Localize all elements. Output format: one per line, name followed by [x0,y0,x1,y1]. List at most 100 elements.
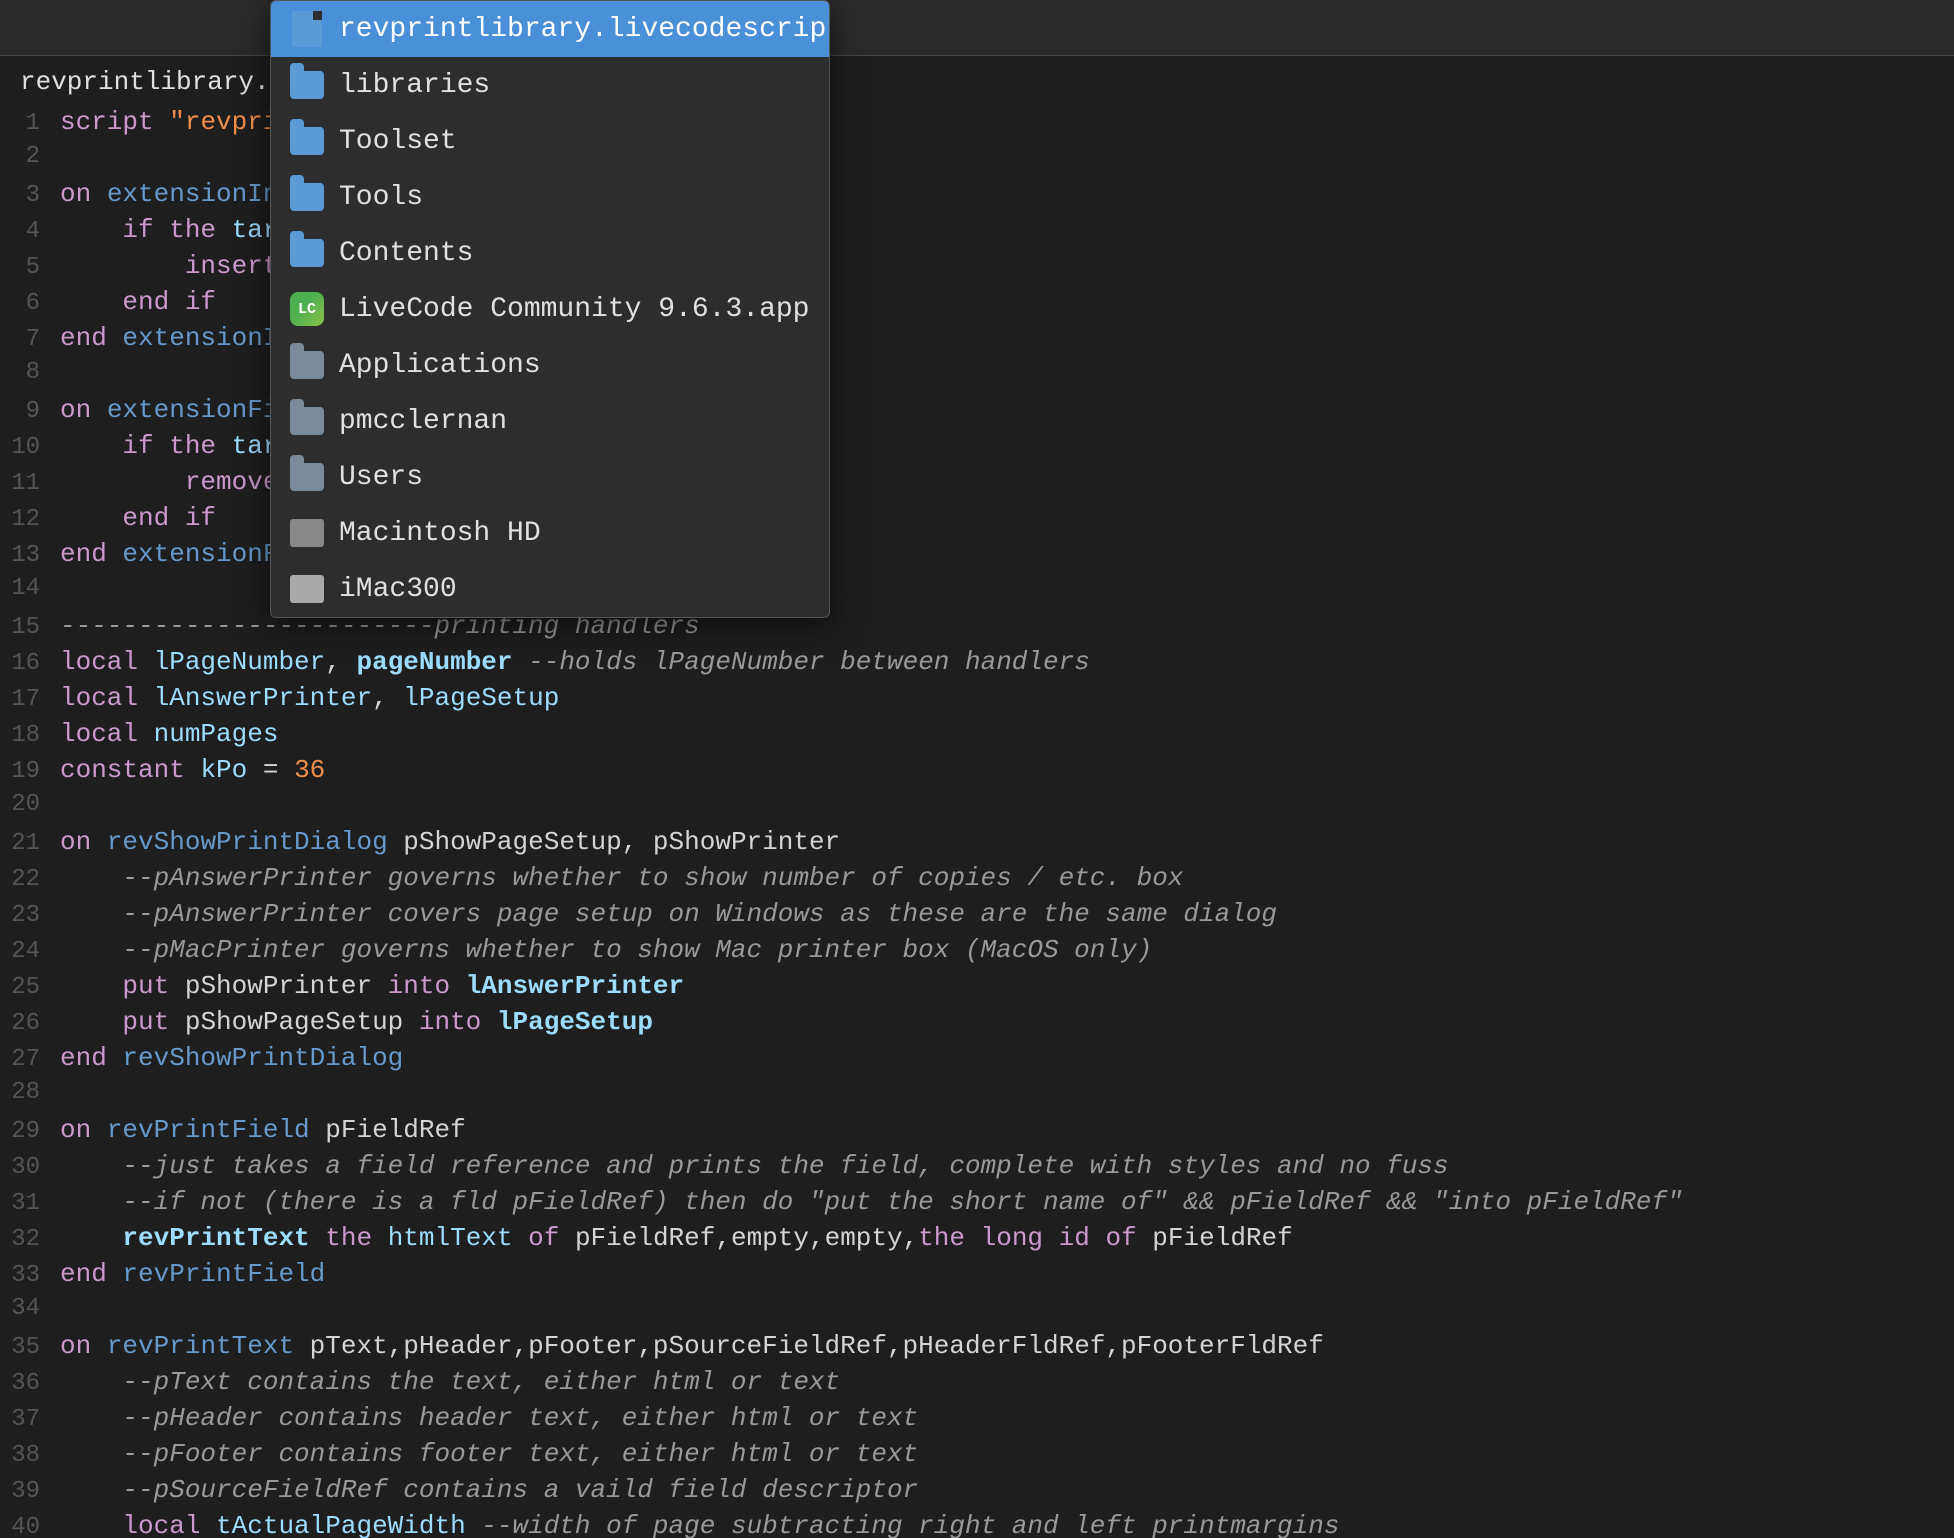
code-line: 21on revShowPrintDialog pShowPageSetup, … [0,826,1954,862]
code-line: 39 --pSourceFieldRef contains a vaild fi… [0,1474,1954,1510]
code-line: 28 [0,1078,1954,1114]
line-number: 16 [0,650,60,677]
code-line: 26 put pShowPageSetup into lPageSetup [0,1006,1954,1042]
line-number: 5 [0,254,60,281]
dropdown-item-label: Applications [339,350,541,381]
dropdown-item-label: revprintlibrary.livecodescript [339,14,830,45]
line-number: 11 [0,470,60,497]
dropdown-item-label: libraries [339,70,490,101]
dropdown-item-contents[interactable]: Contents [271,225,829,281]
code-line: 18local numPages [0,718,1954,754]
lc-icon: LC [289,291,325,327]
folder-blue-icon [289,67,325,103]
line-content: revPrintText the htmlText of pFieldRef,e… [60,1223,1293,1253]
dropdown-item-toolset[interactable]: Toolset [271,113,829,169]
line-number: 33 [0,1262,60,1289]
code-line: 23 --pAnswerPrinter covers page setup on… [0,898,1954,934]
line-number: 19 [0,758,60,785]
hd-icon [289,515,325,551]
folder-gray-icon [289,403,325,439]
folder-gray-icon [289,459,325,495]
dropdown-item-livecode[interactable]: LC LiveCode Community 9.6.3.app [271,281,829,337]
code-line: 35on revPrintText pText,pHeader,pFooter,… [0,1330,1954,1366]
dropdown-item-libraries[interactable]: libraries [271,57,829,113]
line-content: end if [60,287,216,317]
code-line: 29on revPrintField pFieldRef [0,1114,1954,1150]
code-line: 34 [0,1294,1954,1330]
line-content: --pFooter contains footer text, either h… [60,1439,918,1469]
line-number: 3 [0,182,60,209]
line-content: put pShowPrinter into lAnswerPrinter [60,971,684,1001]
line-content: local lPageNumber, pageNumber --holds lP… [60,647,1090,677]
line-number: 6 [0,290,60,317]
imac-icon [289,571,325,607]
line-number: 28 [0,1079,60,1106]
line-content: --pHeader contains header text, either h… [60,1403,918,1433]
line-number: 24 [0,938,60,965]
dropdown-item-users[interactable]: Users [271,449,829,505]
line-number: 38 [0,1442,60,1469]
code-line: 17local lAnswerPrinter, lPageSetup [0,682,1954,718]
line-number: 25 [0,974,60,1001]
code-line: 32 revPrintText the htmlText of pFieldRe… [0,1222,1954,1258]
line-number: 14 [0,575,60,602]
line-number: 1 [0,110,60,137]
line-number: 9 [0,398,60,425]
line-content: local tActualPageWidth --width of page s… [60,1511,1339,1538]
dropdown-item-tools[interactable]: Tools [271,169,829,225]
dropdown-item-label: Toolset [339,126,457,157]
line-content: --pSourceFieldRef contains a vaild field… [60,1475,918,1505]
code-line: 27end revShowPrintDialog [0,1042,1954,1078]
line-number: 22 [0,866,60,893]
dropdown-item-file[interactable]: revprintlibrary.livecodescript [271,1,829,57]
dropdown-item-label: iMac300 [339,574,457,605]
line-content: --pAnswerPrinter governs whether to show… [60,863,1183,893]
dropdown-item-pmcclernan[interactable]: pmcclernan [271,393,829,449]
code-line: 20 [0,790,1954,826]
dropdown-item-label: Macintosh HD [339,518,541,549]
dropdown-item-imac300[interactable]: iMac300 [271,561,829,617]
line-number: 35 [0,1334,60,1361]
line-number: 7 [0,326,60,353]
code-line: 24 --pMacPrinter governs whether to show… [0,934,1954,970]
line-number: 34 [0,1295,60,1322]
code-line: 22 --pAnswerPrinter governs whether to s… [0,862,1954,898]
line-number: 20 [0,791,60,818]
line-number: 17 [0,686,60,713]
line-content: put pShowPageSetup into lPageSetup [60,1007,653,1037]
line-content: on revShowPrintDialog pShowPageSetup, pS… [60,827,840,857]
line-content: --pText contains the text, either html o… [60,1367,840,1397]
code-line: 38 --pFooter contains footer text, eithe… [0,1438,1954,1474]
line-number: 21 [0,830,60,857]
line-content: on revPrintText pText,pHeader,pFooter,pS… [60,1331,1324,1361]
line-number: 10 [0,434,60,461]
path-dropdown[interactable]: revprintlibrary.livecodescript libraries T… [270,0,830,618]
file-icon [289,11,325,47]
line-number: 40 [0,1514,60,1538]
folder-gray-icon [289,347,325,383]
dropdown-item-label: Contents [339,238,473,269]
folder-blue-icon [289,179,325,215]
folder-blue-icon [289,235,325,271]
line-content: --pMacPrinter governs whether to show Ma… [60,935,1152,965]
line-number: 13 [0,542,60,569]
line-number: 29 [0,1118,60,1145]
code-line: 25 put pShowPrinter into lAnswerPrinter [0,970,1954,1006]
line-content: on revPrintField pFieldRef [60,1115,466,1145]
line-number: 23 [0,902,60,929]
line-content: --pAnswerPrinter covers page setup on Wi… [60,899,1277,929]
dropdown-item-applications[interactable]: Applications [271,337,829,393]
dropdown-item-label: LiveCode Community 9.6.3.app [339,294,809,325]
line-content: constant kPo = 36 [60,755,325,785]
code-line: 19constant kPo = 36 [0,754,1954,790]
line-number: 12 [0,506,60,533]
code-line: 37 --pHeader contains header text, eithe… [0,1402,1954,1438]
dropdown-item-macintosh-hd[interactable]: Macintosh HD [271,505,829,561]
dropdown-item-label: Tools [339,182,423,213]
line-number: 30 [0,1154,60,1181]
line-number: 31 [0,1190,60,1217]
line-number: 15 [0,614,60,641]
code-line: 36 --pText contains the text, either htm… [0,1366,1954,1402]
line-number: 36 [0,1370,60,1397]
line-number: 37 [0,1406,60,1433]
